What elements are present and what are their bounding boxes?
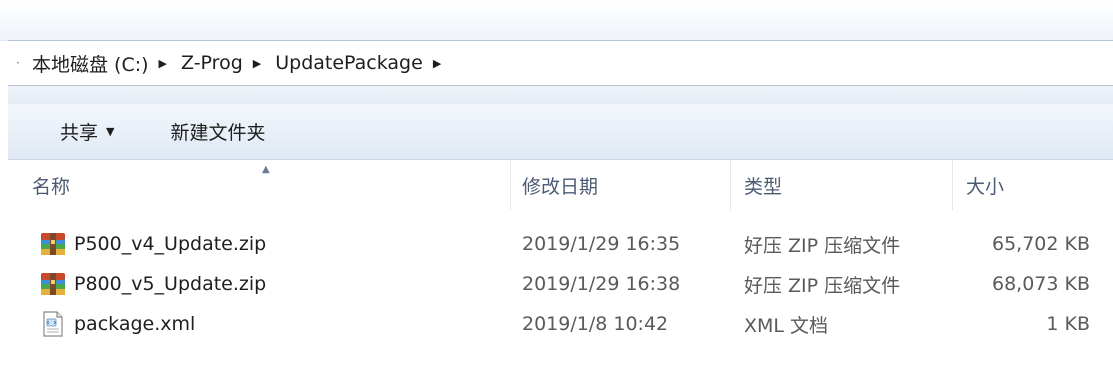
column-divider[interactable] [510,160,511,210]
column-divider[interactable] [952,160,953,210]
new-folder-label: 新建文件夹 [170,122,266,144]
column-header-size[interactable]: 大小 [966,160,1106,210]
column-header-date-label: 修改日期 [522,175,599,198]
file-date: 2019/1/29 16:35 [522,233,681,255]
chevron-down-icon: ▼ [106,125,115,138]
breadcrumb-drive-c[interactable]: 本地磁盘 (C:) [28,50,153,77]
column-header-name[interactable]: 名称 [32,160,510,210]
file-name-cell[interactable]: P500_v4_Update.zip [40,224,266,264]
address-bar[interactable]: · 本地磁盘 (C:) ▶ Z-Prog ▶ UpdatePackage ▶ [8,40,1113,86]
file-type: 好压 ZIP 压缩文件 [744,234,901,257]
command-toolbar: 共享 ▼ 新建文件夹 [8,104,1113,160]
file-type: 好压 ZIP 压缩文件 [744,274,901,297]
file-size: 68,073 KB [991,273,1090,295]
file-size: 65,702 KB [991,233,1090,255]
file-date: 2019/1/8 10:42 [522,313,669,335]
address-toolbar-divider [8,86,1113,104]
breadcrumb-z-prog[interactable]: Z-Prog [177,52,247,74]
column-header-type[interactable]: 类型 [744,160,944,210]
file-name: P500_v4_Update.zip [74,233,267,255]
file-name-cell[interactable]: P800_v5_Update.zip [40,264,266,304]
new-folder-button[interactable]: 新建文件夹 [160,112,275,151]
breadcrumb-arrow-icon[interactable]: ▶ [427,57,451,70]
xml-file-icon [43,311,63,337]
file-name: package.xml [74,313,196,335]
file-size: 1 KB [1046,313,1090,335]
file-type: XML 文档 [744,314,829,337]
breadcrumb-arrow-icon[interactable]: ▶ [247,57,271,70]
breadcrumb-updatepackage[interactable]: UpdatePackage [271,52,427,74]
address-history-arrow-icon[interactable]: · [8,56,28,70]
zip-archive-icon [41,273,65,295]
file-row[interactable]: P800_v5_Update.zip 2019/1/29 16:38 好压 ZI… [8,264,1113,304]
column-header-name-label: 名称 [32,175,71,198]
file-name-cell[interactable]: package.xml [40,304,195,344]
column-divider[interactable] [730,160,731,210]
zip-archive-icon [41,233,65,255]
share-label: 共享 [60,122,99,144]
file-row[interactable]: P500_v4_Update.zip 2019/1/29 16:35 好压 ZI… [8,224,1113,264]
column-header-row: ▲ 名称 修改日期 类型 大小 [8,160,1113,210]
file-date: 2019/1/29 16:38 [522,273,681,295]
column-header-date[interactable]: 修改日期 [522,160,722,210]
share-button[interactable]: 共享 ▼ [50,112,124,151]
file-name: P800_v5_Update.zip [74,273,267,295]
column-header-type-label: 类型 [744,175,783,198]
column-header-size-label: 大小 [966,175,1005,198]
file-row[interactable]: package.xml 2019/1/8 10:42 XML 文档 1 KB [8,304,1113,344]
window-top-strip [0,0,1113,41]
breadcrumb-arrow-icon[interactable]: ▶ [153,57,177,70]
file-list: P500_v4_Update.zip 2019/1/29 16:35 好压 ZI… [8,224,1113,344]
